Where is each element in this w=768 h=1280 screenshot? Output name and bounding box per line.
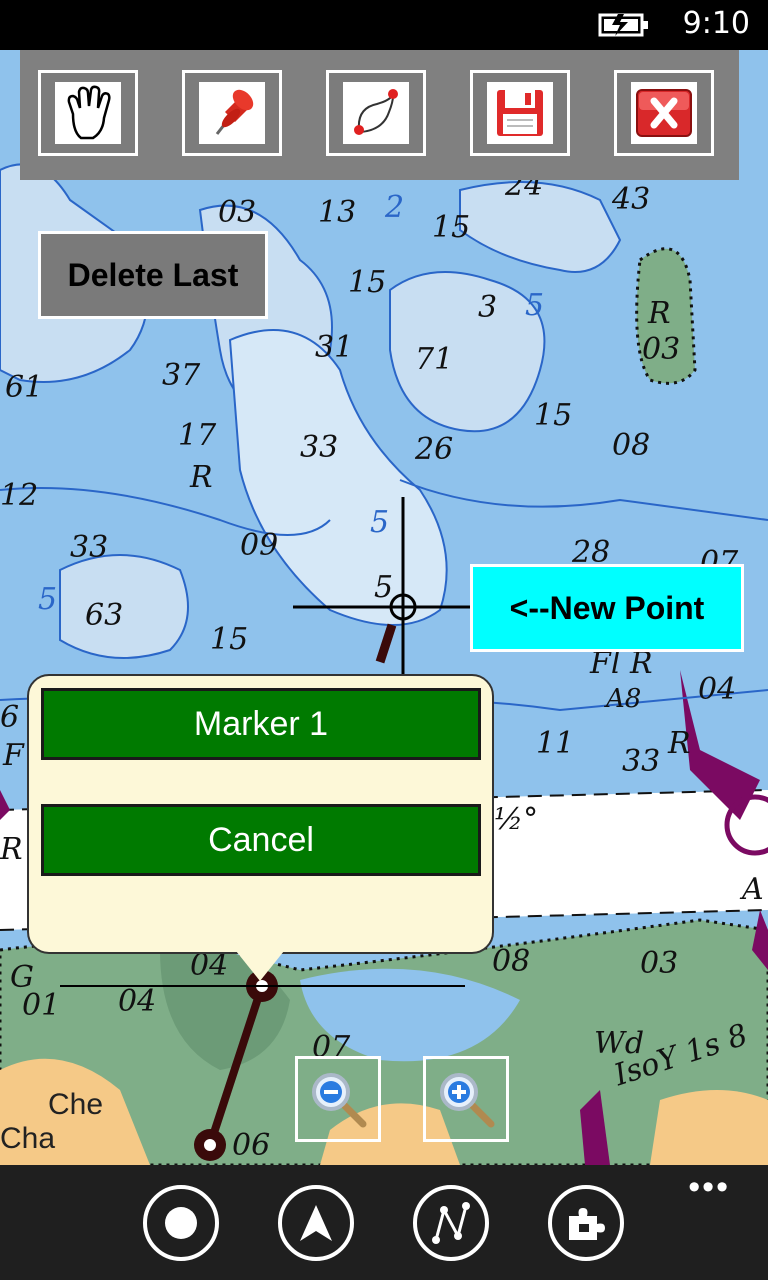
depth-label: 33: [70, 530, 109, 565]
hand-icon: [67, 85, 111, 140]
depth-label: 15: [534, 398, 573, 433]
depth-label: 5: [38, 582, 58, 617]
depth-label: A: [742, 872, 764, 907]
depth-label: 37: [162, 358, 201, 393]
navigation-arrow-icon: [300, 1205, 332, 1241]
popup-pointer: [236, 951, 284, 981]
depth-label: A8: [606, 684, 642, 714]
pan-button[interactable]: [38, 70, 138, 156]
puzzle-icon: [569, 1208, 605, 1240]
record-icon: [165, 1207, 197, 1239]
more-options-button[interactable]: •••: [688, 1170, 730, 1204]
depth-label: 3: [478, 290, 498, 325]
depth-label: R: [648, 296, 671, 331]
depth-label: 15: [432, 210, 471, 245]
depth-label: 26: [415, 432, 454, 467]
pushpin-icon: [215, 89, 254, 135]
depth-label: 03: [642, 332, 681, 367]
depth-label: R: [668, 726, 691, 761]
depth-label: 5: [374, 570, 394, 605]
floppy-disk-icon: [497, 90, 543, 136]
depth-label: Che: [48, 1088, 104, 1121]
depth-label: 5: [525, 288, 545, 323]
depth-label: Cha: [0, 1122, 56, 1155]
depth-label: 06: [232, 1128, 271, 1163]
record-button[interactable]: [143, 1185, 219, 1261]
depth-label: 12: [0, 478, 39, 513]
depth-label: 5: [370, 505, 390, 540]
depth-label: 13: [318, 195, 357, 230]
depth-label: 63: [85, 598, 124, 633]
depth-label: 2: [385, 190, 405, 225]
place-marker-button[interactable]: [182, 70, 282, 156]
clock: 9:10: [682, 6, 750, 41]
battery-charging-icon: [598, 13, 648, 37]
depth-label: 04: [698, 672, 737, 707]
zoom-out-icon: [312, 1073, 367, 1128]
route-path-button[interactable]: [413, 1185, 489, 1261]
depth-label: 61: [5, 370, 44, 405]
depth-label: 43: [612, 182, 651, 217]
depth-label: F: [3, 738, 24, 773]
route-path-icon: [432, 1202, 470, 1244]
cancel-button[interactable]: Cancel: [41, 804, 481, 876]
depth-label: 15: [210, 622, 249, 657]
zoom-in-button[interactable]: [423, 1056, 509, 1142]
save-button[interactable]: [470, 70, 570, 156]
app-bar: •••: [0, 1165, 768, 1280]
depth-label: R: [190, 460, 213, 495]
depth-label: 33: [300, 430, 339, 465]
plugins-button[interactable]: [548, 1185, 624, 1261]
depth-label: 71: [415, 342, 454, 377]
depth-label: R: [0, 832, 23, 867]
depth-label: 08: [612, 428, 651, 463]
depth-label: 08: [492, 944, 531, 979]
depth-label: 17: [178, 418, 217, 453]
depth-label: 31: [315, 330, 354, 365]
depth-label: 04: [118, 984, 157, 1019]
close-icon: [636, 89, 692, 137]
marker-popup: Marker 1 Cancel: [27, 674, 494, 954]
depth-label: 03: [640, 946, 679, 981]
depth-label: 15: [348, 265, 387, 300]
depth-label: 6: [0, 700, 20, 735]
depth-label: 33: [622, 744, 661, 779]
status-bar: 9:10: [0, 0, 768, 50]
marker-button[interactable]: Marker 1: [41, 688, 481, 760]
depth-label: 09: [240, 528, 279, 563]
route-icon: [354, 89, 398, 135]
depth-label: 11: [536, 726, 575, 761]
close-button[interactable]: [614, 70, 714, 156]
depth-label: ½°: [494, 802, 539, 837]
new-point-label: <--New Point: [470, 564, 744, 652]
route-button[interactable]: [326, 70, 426, 156]
depth-label: 01: [22, 988, 61, 1023]
delete-last-button[interactable]: Delete Last: [38, 231, 268, 319]
zoom-out-button[interactable]: [295, 1056, 381, 1142]
depth-label: 03: [218, 195, 257, 230]
navigate-button[interactable]: [278, 1185, 354, 1261]
toolbar: [20, 50, 739, 180]
zoom-in-icon: [440, 1073, 495, 1128]
